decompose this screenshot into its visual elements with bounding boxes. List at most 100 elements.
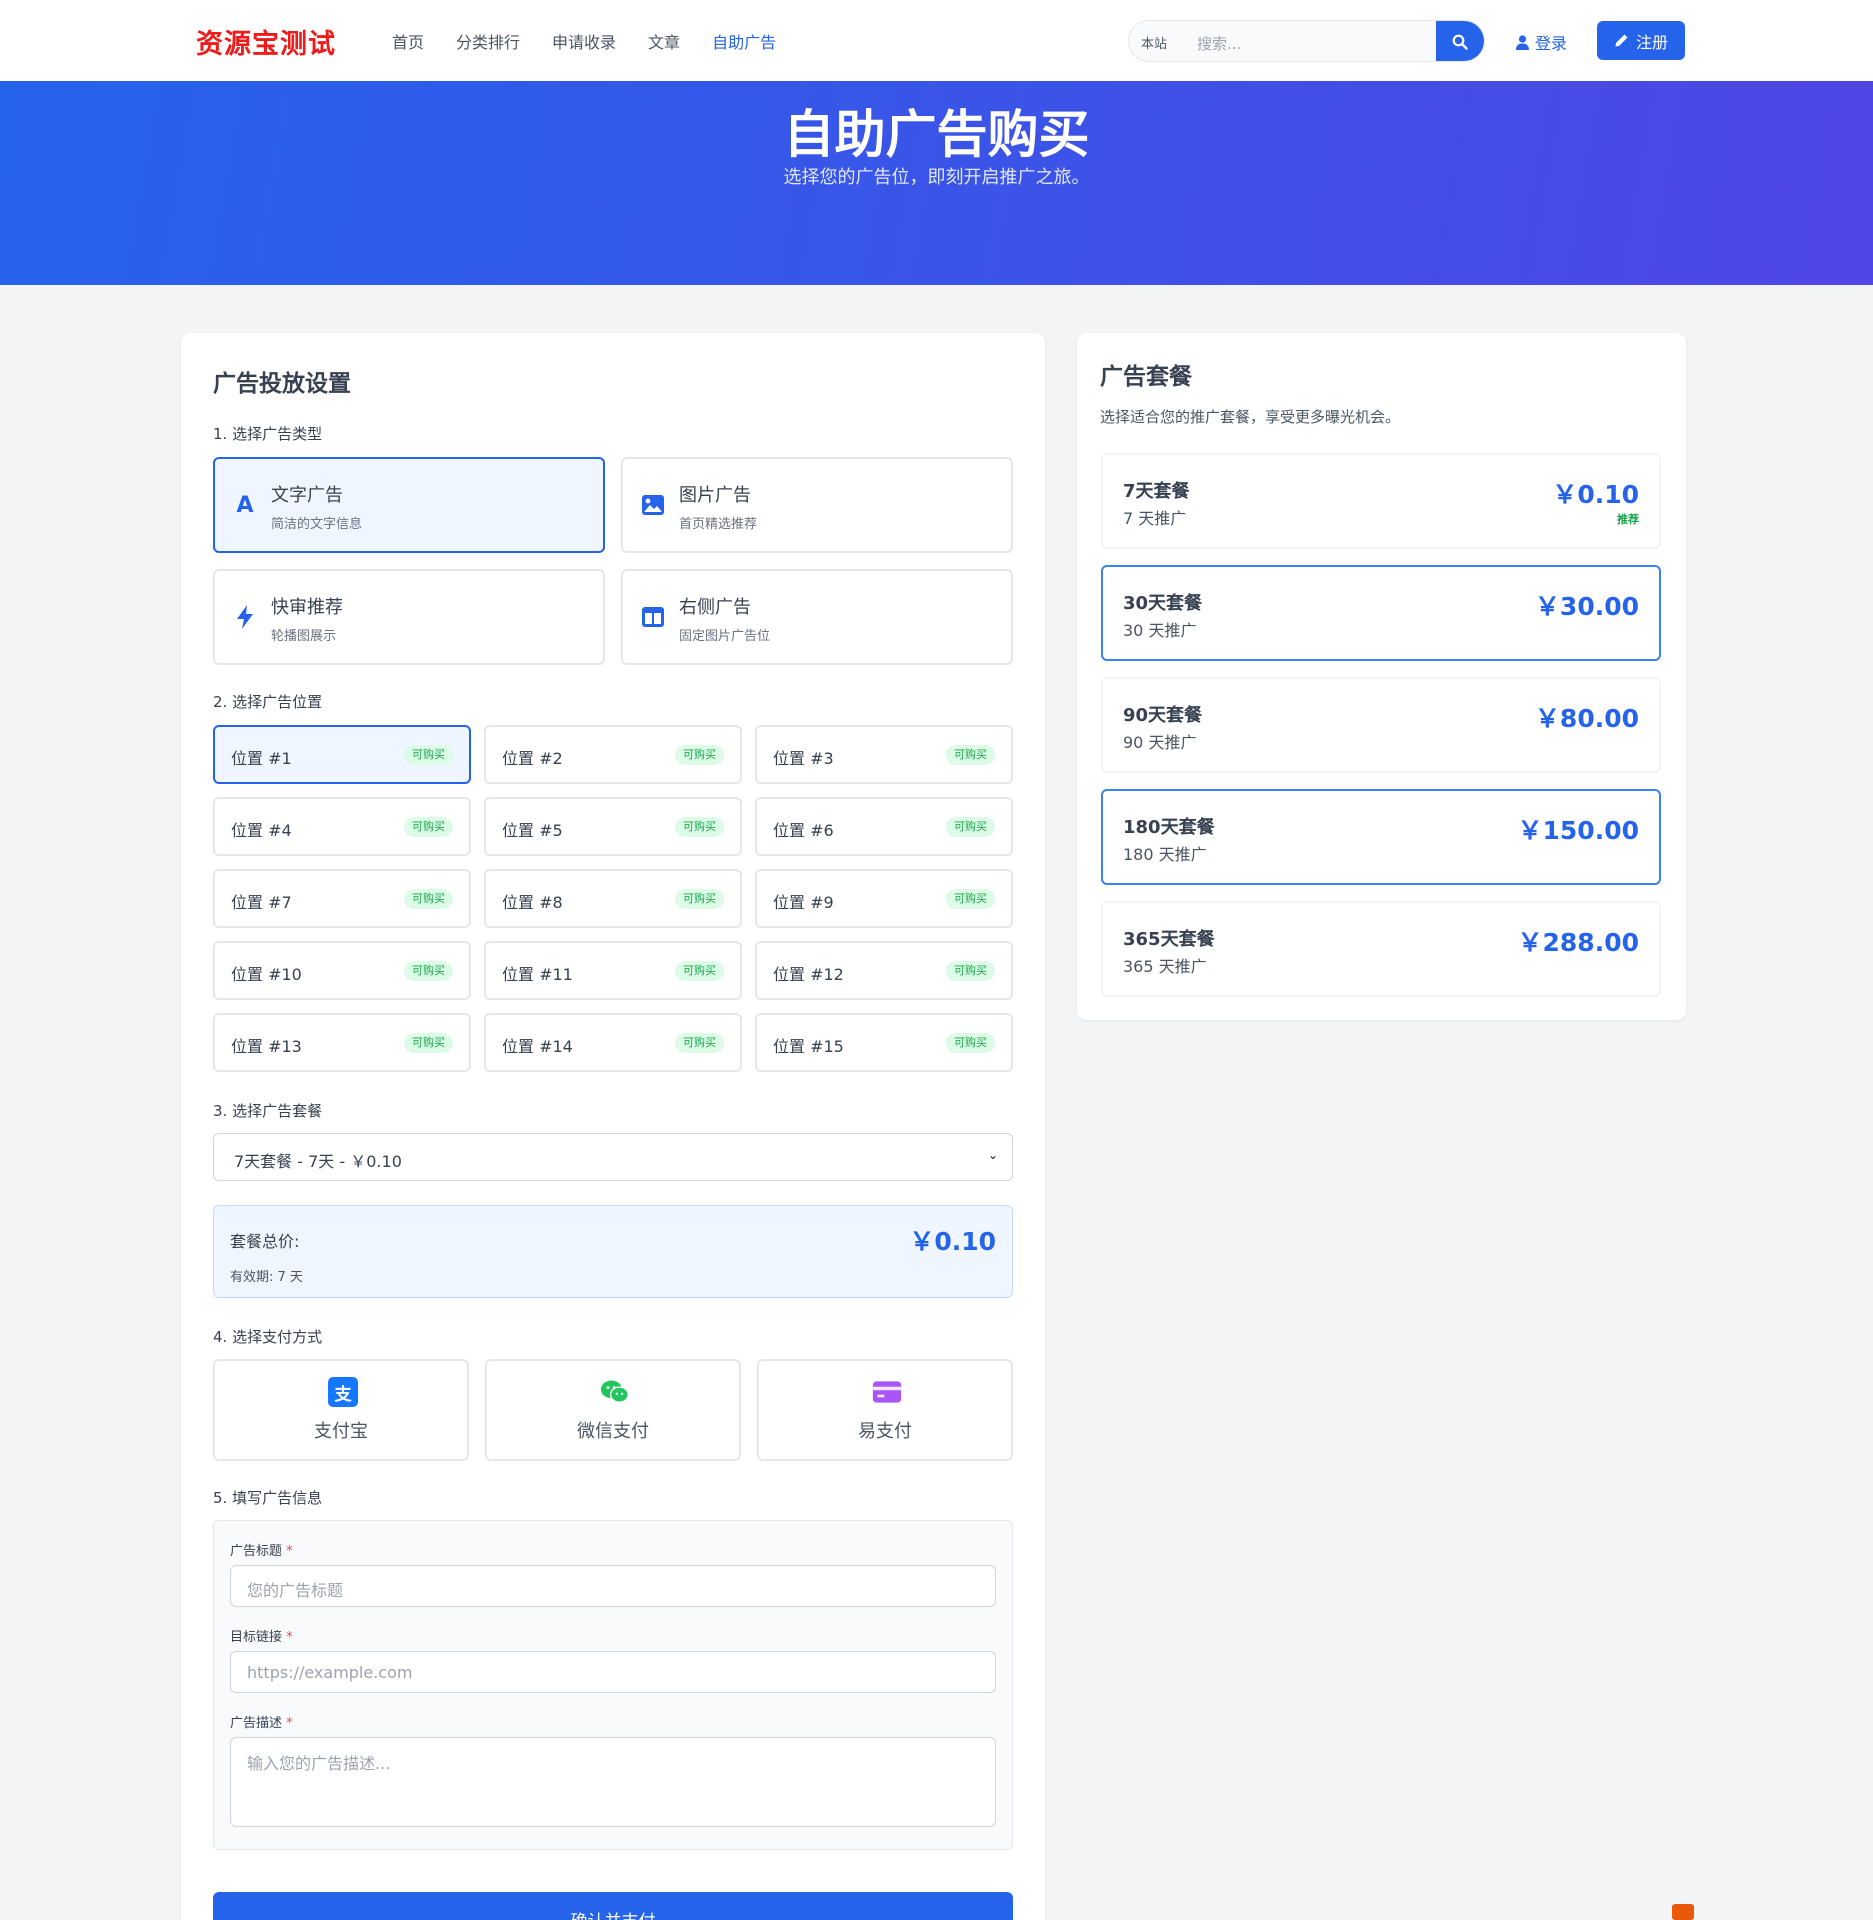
package-price: ￥150.00 bbox=[1517, 816, 1639, 845]
package-price: ￥80.00 bbox=[1534, 704, 1639, 733]
available-badge: 可购买 bbox=[404, 817, 453, 837]
available-badge: 可购买 bbox=[404, 961, 453, 981]
position-option-2[interactable]: 位置 #2 可购买 bbox=[484, 725, 742, 784]
position-option-7[interactable]: 位置 #7 可购买 bbox=[213, 869, 471, 928]
available-badge: 可购买 bbox=[404, 889, 453, 909]
payment-label: 易支付 bbox=[858, 1421, 912, 1442]
position-option-15[interactable]: 位置 #15 可购买 bbox=[755, 1013, 1013, 1072]
pencil-icon bbox=[1615, 34, 1628, 47]
available-badge: 可购买 bbox=[675, 889, 724, 909]
available-badge: 可购买 bbox=[675, 745, 724, 765]
total-price-box: 套餐总价: 有效期: 7 天 ￥0.10 bbox=[213, 1205, 1013, 1298]
recommended-tag: 推荐 bbox=[1617, 513, 1639, 526]
target-link-placeholder: https://example.com bbox=[247, 1663, 413, 1682]
wechat-icon bbox=[600, 1377, 630, 1407]
ad-type-title: 快审推荐 bbox=[271, 597, 343, 618]
hero-subtitle: 选择您的广告位，即刻开启推广之旅。 bbox=[783, 167, 1090, 188]
available-badge: 可购买 bbox=[946, 745, 995, 765]
position-option-9[interactable]: 位置 #9 可购买 bbox=[755, 869, 1013, 928]
step-info-label: 5. 填写广告信息 bbox=[213, 1489, 323, 1507]
position-option-14[interactable]: 位置 #14 可购买 bbox=[484, 1013, 742, 1072]
position-option-3[interactable]: 位置 #3 可购买 bbox=[755, 725, 1013, 784]
position-option-1[interactable]: 位置 #1 可购买 bbox=[213, 725, 471, 784]
available-badge: 可购买 bbox=[675, 1033, 724, 1053]
ad-title-input[interactable]: 您的广告标题 bbox=[230, 1565, 996, 1607]
package-name: 7天套餐 bbox=[1123, 481, 1190, 502]
ad-desc-textarea[interactable]: 输入您的广告描述... bbox=[230, 1737, 996, 1827]
ad-type-right-side[interactable]: 右侧广告 固定图片广告位 bbox=[621, 569, 1013, 665]
ad-type-text[interactable]: A 文字广告 简洁的文字信息 bbox=[213, 457, 605, 553]
position-label: 位置 #1 bbox=[231, 749, 292, 768]
package-duration: 365 天推广 bbox=[1123, 957, 1207, 976]
search-scope[interactable]: 本站 bbox=[1141, 33, 1167, 52]
ad-type-fast-review[interactable]: 快审推荐 轮播图展示 bbox=[213, 569, 605, 665]
validity-text: 有效期: 7 天 bbox=[230, 1270, 303, 1285]
package-30-days[interactable]: 30天套餐 30 天推广 ￥30.00 bbox=[1101, 565, 1661, 661]
package-365-days[interactable]: 365天套餐 365 天推广 ￥288.00 bbox=[1101, 901, 1661, 997]
position-label: 位置 #6 bbox=[773, 821, 834, 840]
package-7-days[interactable]: 7天套餐 7 天推广 ￥0.10 推荐 bbox=[1101, 453, 1661, 549]
register-label: 注册 bbox=[1635, 32, 1668, 52]
card-icon bbox=[872, 1377, 902, 1407]
floating-widget-icon[interactable] bbox=[1672, 1904, 1694, 1920]
position-option-6[interactable]: 位置 #6 可购买 bbox=[755, 797, 1013, 856]
position-option-10[interactable]: 位置 #10 可购买 bbox=[213, 941, 471, 1000]
package-name: 90天套餐 bbox=[1123, 705, 1203, 726]
position-label: 位置 #5 bbox=[502, 821, 563, 840]
available-badge: 可购买 bbox=[404, 1033, 453, 1053]
package-name: 30天套餐 bbox=[1123, 593, 1203, 614]
position-label: 位置 #12 bbox=[773, 965, 844, 984]
alipay-icon: 支 bbox=[328, 1377, 358, 1407]
step-position-label: 2. 选择广告位置 bbox=[213, 693, 323, 711]
position-label: 位置 #4 bbox=[231, 821, 292, 840]
position-option-13[interactable]: 位置 #13 可购买 bbox=[213, 1013, 471, 1072]
nav-link-self-ads[interactable]: 自助广告 bbox=[712, 29, 776, 53]
ad-type-subtitle: 固定图片广告位 bbox=[679, 629, 771, 644]
package-select[interactable]: 7天套餐 - 7天 - ￥0.10 ⌄ bbox=[213, 1133, 1013, 1181]
step-ad-type-label: 1. 选择广告类型 bbox=[213, 425, 323, 443]
login-link[interactable]: 登录 bbox=[1516, 30, 1567, 54]
top-navbar: 资源宝测试 首页 分类排行 申请收录 文章 自助广告 本站 搜索... 登录 注… bbox=[0, 0, 1873, 81]
chevron-down-icon: ⌄ bbox=[987, 1148, 998, 1162]
columns-icon bbox=[641, 605, 665, 629]
target-link-input[interactable]: https://example.com bbox=[230, 1651, 996, 1693]
nav-link-home[interactable]: 首页 bbox=[392, 29, 424, 53]
ad-type-subtitle: 首页精选推荐 bbox=[679, 517, 758, 532]
position-label: 位置 #7 bbox=[231, 893, 292, 912]
confirm-pay-button[interactable]: 确认并支付 bbox=[213, 1892, 1013, 1920]
package-duration: 90 天推广 bbox=[1123, 733, 1197, 752]
hero-title: 自助广告购买 bbox=[783, 106, 1090, 165]
bolt-icon bbox=[233, 605, 257, 629]
nav-link-articles[interactable]: 文章 bbox=[648, 29, 680, 53]
nav-link-ranking[interactable]: 分类排行 bbox=[456, 29, 520, 53]
position-label: 位置 #8 bbox=[502, 893, 563, 912]
position-option-12[interactable]: 位置 #12 可购买 bbox=[755, 941, 1013, 1000]
image-icon bbox=[641, 493, 665, 517]
position-option-5[interactable]: 位置 #5 可购买 bbox=[484, 797, 742, 856]
ad-desc-placeholder: 输入您的广告描述... bbox=[247, 1754, 391, 1773]
payment-wechat[interactable]: 微信支付 bbox=[485, 1359, 741, 1461]
available-badge: 可购买 bbox=[675, 961, 724, 981]
payment-alipay[interactable]: 支 支付宝 bbox=[213, 1359, 469, 1461]
site-logo[interactable]: 资源宝测试 bbox=[196, 22, 336, 61]
search-button[interactable] bbox=[1436, 21, 1484, 61]
nav-link-submit[interactable]: 申请收录 bbox=[552, 29, 616, 53]
position-option-11[interactable]: 位置 #11 可购买 bbox=[484, 941, 742, 1000]
search-input[interactable]: 搜索... bbox=[1197, 33, 1241, 54]
available-badge: 可购买 bbox=[946, 817, 995, 837]
nav-links: 首页 分类排行 申请收录 文章 自助广告 bbox=[392, 0, 808, 81]
available-badge: 可购买 bbox=[946, 1033, 995, 1053]
total-price: ￥0.10 bbox=[909, 1227, 996, 1256]
payment-yipay[interactable]: 易支付 bbox=[757, 1359, 1013, 1461]
ad-desc-label: 广告描述 * bbox=[230, 1716, 293, 1731]
position-label: 位置 #9 bbox=[773, 893, 834, 912]
package-price: ￥0.10 bbox=[1552, 480, 1639, 509]
register-button[interactable]: 注册 bbox=[1597, 21, 1685, 60]
ad-type-image[interactable]: 图片广告 首页精选推荐 bbox=[621, 457, 1013, 553]
ad-info-form: 广告标题 * 您的广告标题 目标链接 * https://example.com… bbox=[213, 1520, 1013, 1850]
package-90-days[interactable]: 90天套餐 90 天推广 ￥80.00 bbox=[1101, 677, 1661, 773]
position-option-4[interactable]: 位置 #4 可购买 bbox=[213, 797, 471, 856]
hero-banner: 自助广告购买 选择您的广告位，即刻开启推广之旅。 bbox=[0, 81, 1873, 285]
position-option-8[interactable]: 位置 #8 可购买 bbox=[484, 869, 742, 928]
package-180-days[interactable]: 180天套餐 180 天推广 ￥150.00 bbox=[1101, 789, 1661, 885]
